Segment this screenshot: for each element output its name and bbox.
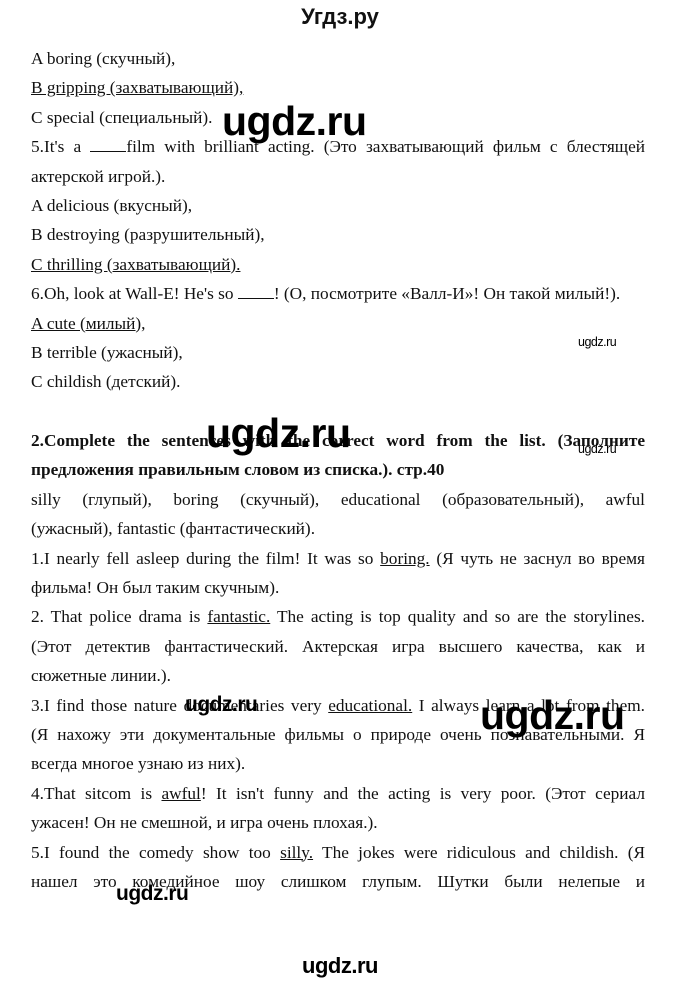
word-list: silly (глупый), boring (скучный), educat… — [31, 489, 645, 509]
sentence-text: 4.That sitcom is — [31, 783, 162, 803]
sentence-text: ! It isn't funny and the acting is very … — [200, 783, 645, 803]
watermark: ugdz.ru — [578, 335, 617, 349]
sentence-1-continued: фильма! Он был таким скучным). — [31, 578, 280, 598]
watermark: ugdz.ru — [185, 693, 258, 716]
sentence-text: 2. That police drama is — [31, 607, 208, 627]
sentence-2: 2. That police drama is fantastic. The a… — [31, 602, 645, 631]
sentence-text: The acting is top quality and so are the… — [270, 607, 645, 627]
question-5-continued: актерской игрой.). — [31, 166, 166, 186]
sentence-text: The jokes were ridiculous and childish. … — [313, 842, 646, 862]
question-6-suffix: ! (О, посмотрите «Валл-И»! Он такой милы… — [273, 284, 621, 304]
answer-word: fantastic. — [207, 607, 271, 627]
watermark: ugdz.ru — [116, 882, 189, 905]
document-body: A boring (скучный), B gripping (захватыв… — [31, 44, 645, 896]
option-q5-b: B destroying (разрушительный), — [31, 225, 265, 245]
sentence-text: 1.I nearly fell asleep during the film! … — [31, 548, 381, 568]
watermark: ugdz.ru — [480, 692, 625, 738]
watermark: ugdz.ru — [206, 410, 351, 456]
answer-word: silly. — [280, 842, 314, 862]
sentence-4: 4.That sitcom is awful! It isn't funny a… — [31, 779, 645, 808]
option-q6-a-correct: A cute (милый), — [31, 313, 146, 333]
option-q6-c: C childish (детский). — [31, 372, 181, 392]
question-6: 6.Oh, look at Wall-E! He's so ! (О, посм… — [31, 279, 645, 308]
sentence-4-continued: ужасен! Он не смешной, и игра очень плох… — [31, 813, 378, 833]
sentence-1: 1.I nearly fell asleep during the film! … — [31, 544, 645, 573]
question-5-prefix: 5.It's a — [31, 137, 91, 157]
answer-blank — [90, 137, 127, 153]
exercise-2-heading-continued: предложения правильным словом из списка.… — [31, 460, 445, 480]
answer-word: awful — [161, 783, 201, 803]
option-q4-a: A boring (скучный), — [31, 49, 176, 68]
sentence-5: 5.I found the comedy show too silly. The… — [31, 838, 645, 867]
sentence-2-translation-continued: сюжетные линии.). — [31, 666, 171, 686]
sentence-3-translation-continued: всегда многое узнаю из них). — [31, 754, 246, 774]
option-q5-a: A delicious (вкусный), — [31, 195, 193, 215]
sentence-text: 3.I find those nature documentaries very — [31, 695, 329, 715]
site-title[interactable]: Угдз.ру — [0, 4, 680, 30]
sentence-text: (Я чуть не заснул во время — [429, 548, 646, 568]
sentence-2-translation: (Этот детектив фантастический. Актерская… — [31, 636, 645, 656]
question-5-suffix: film with brilliant acting. (Это захваты… — [126, 137, 645, 157]
sentence-text: 5.I found the comedy show too — [31, 842, 281, 862]
answer-word: educational. — [328, 695, 413, 715]
word-list-continued: (ужасный), fantastic (фантастический). — [31, 519, 316, 539]
option-q6-b: B terrible (ужасный), — [31, 342, 183, 362]
watermark: ugdz.ru — [578, 442, 617, 456]
answer-blank — [237, 284, 274, 300]
option-q5-c-correct: C thrilling (захватывающий). — [31, 254, 241, 274]
question-6-prefix: 6.Oh, look at Wall-E! He's so — [31, 284, 238, 304]
footer-watermark: ugdz.ru — [302, 953, 378, 978]
answer-word: boring. — [380, 548, 430, 568]
watermark: ugdz.ru — [222, 98, 367, 144]
